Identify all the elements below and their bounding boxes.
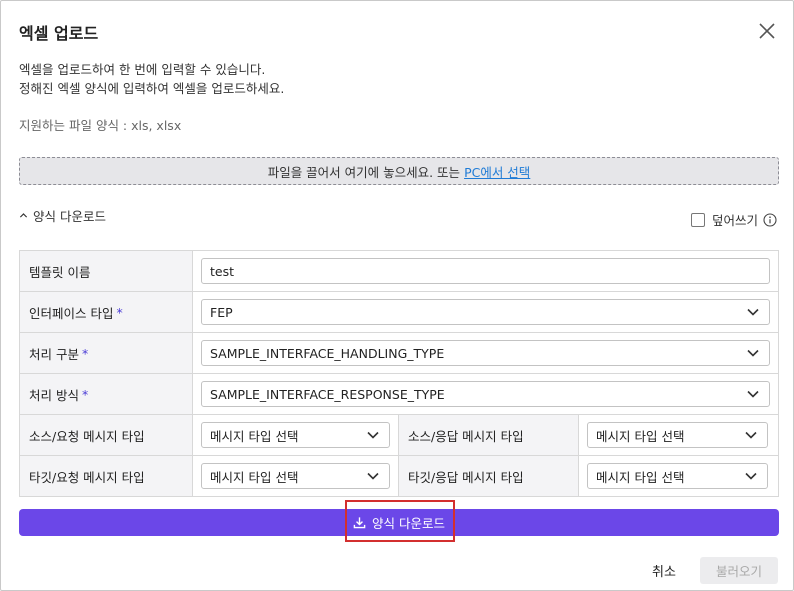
form-row-target-messages: 타깃/요청 메시지 타입 메시지 타입 선택 타깃/응답 메시지 타입 메시지 … [20,456,778,497]
close-icon[interactable] [755,19,779,43]
template-name-label: 템플릿 이름 [20,251,193,291]
download-icon [353,517,366,529]
template-name-input[interactable]: test [201,258,770,284]
target-response-msg-select[interactable]: 메시지 타입 선택 [587,463,768,489]
interface-type-select[interactable]: FEP [201,299,770,325]
source-response-msg-label-text: 소스/응답 메시지 타입 [408,428,524,444]
template-download-button[interactable]: 양식 다운로드 [19,509,779,536]
template-form: 템플릿 이름 test 인터페이스 타입 * FEP 처리 구분 * SAMPL… [19,250,779,497]
chevron-down-icon [367,431,379,439]
target-response-msg-label-text: 타깃/응답 메시지 타입 [408,469,524,485]
interface-type-cell: FEP [193,292,778,332]
form-row-handling-type: 처리 구분 * SAMPLE_INTERFACE_HANDLING_TYPE [20,333,778,374]
handling-type-cell: SAMPLE_INTERFACE_HANDLING_TYPE [193,333,778,373]
source-response-msg-value: 메시지 타입 선택 [596,428,685,444]
target-response-msg-cell: 메시지 타입 선택 [579,456,776,496]
source-request-msg-value: 메시지 타입 선택 [210,428,299,444]
target-request-msg-value: 메시지 타입 선택 [210,469,299,485]
target-request-msg-label-text: 타깃/요청 메시지 타입 [29,469,145,485]
cancel-button[interactable]: 취소 [641,557,687,583]
chevron-down-icon [367,472,379,480]
form-row-interface-type: 인터페이스 타입 * FEP [20,292,778,333]
target-request-msg-select[interactable]: 메시지 타입 선택 [201,463,390,489]
response-type-cell: SAMPLE_INTERFACE_RESPONSE_TYPE [193,374,778,414]
source-request-msg-label-text: 소스/요청 메시지 타입 [29,428,145,444]
template-name-label-text: 템플릿 이름 [29,264,91,280]
select-from-pc-link[interactable]: PC에서 선택 [464,162,530,181]
chevron-down-icon [747,390,759,398]
handling-type-select[interactable]: SAMPLE_INTERFACE_HANDLING_TYPE [201,340,770,366]
chevron-down-icon [745,431,757,439]
response-type-select[interactable]: SAMPLE_INTERFACE_RESPONSE_TYPE [201,381,770,407]
overwrite-checkbox[interactable] [691,212,705,227]
target-request-msg-cell: 메시지 타입 선택 [193,456,398,496]
interface-type-value: FEP [210,304,233,320]
template-download-toggle[interactable]: 양식 다운로드 [19,206,106,225]
template-name-cell: test [193,251,778,291]
required-mark: * [81,386,89,402]
form-row-template-name: 템플릿 이름 test [20,251,778,292]
handling-type-label-text: 처리 구분 [29,346,79,362]
target-request-msg-label: 타깃/요청 메시지 타입 [20,456,193,496]
response-type-label-text: 처리 방식 [29,387,79,403]
description-line-1: 엑셀을 업로드하여 한 번에 입력할 수 있습니다. [19,62,266,77]
required-mark: * [116,304,123,320]
dropzone-text: 파일을 끌어서 여기에 놓으세요. 또는 [267,164,461,180]
source-response-msg-select[interactable]: 메시지 타입 선택 [587,422,768,448]
interface-type-label-text: 인터페이스 타입 [29,305,114,321]
source-response-msg-cell: 메시지 타입 선택 [579,415,776,455]
handling-type-value: SAMPLE_INTERFACE_HANDLING_TYPE [210,345,445,361]
target-response-msg-label: 타깃/응답 메시지 타입 [398,456,579,496]
handling-type-label: 처리 구분 * [20,333,193,373]
overwrite-label: 덮어쓰기 [712,213,759,228]
supported-formats: 지원하는 파일 양식 : xls, xlsx [19,118,182,133]
source-request-msg-label: 소스/요청 메시지 타입 [20,415,193,455]
chevron-down-icon [745,472,757,480]
form-row-source-messages: 소스/요청 메시지 타입 메시지 타입 선택 소스/응답 메시지 타입 메시지 … [20,415,778,456]
source-request-msg-cell: 메시지 타입 선택 [193,415,398,455]
source-response-msg-label: 소스/응답 메시지 타입 [398,415,579,455]
source-request-msg-select[interactable]: 메시지 타입 선택 [201,422,390,448]
required-mark: * [81,345,89,361]
template-download-toggle-label: 양식 다운로드 [33,209,106,224]
form-row-response-type: 처리 방식 * SAMPLE_INTERFACE_RESPONSE_TYPE [20,374,778,415]
dialog-title: 엑셀 업로드 [19,24,99,43]
response-type-label: 처리 방식 * [20,374,193,414]
dialog-description: 엑셀을 업로드하여 한 번에 입력할 수 있습니다. 정해진 엑셀 양식에 입력… [19,60,284,98]
chevron-down-icon [747,308,759,316]
template-download-button-label: 양식 다운로드 [372,516,445,531]
description-line-2: 정해진 엑셀 양식에 입력하여 엑셀을 업로드하세요. [19,81,285,96]
target-response-msg-value: 메시지 타입 선택 [596,469,685,485]
excel-upload-dialog: 엑셀 업로드 엑셀을 업로드하여 한 번에 입력할 수 있습니다. 정해진 엑셀… [0,0,794,591]
load-button[interactable]: 불러오기 [700,557,778,584]
response-type-value: SAMPLE_INTERFACE_RESPONSE_TYPE [210,386,445,402]
file-dropzone[interactable]: 파일을 끌어서 여기에 놓으세요. 또는 PC에서 선택 [19,157,779,185]
overwrite-option: 덮어쓰기 [691,210,777,229]
chevron-down-icon [747,349,759,357]
info-icon[interactable] [763,212,777,227]
chevron-up-icon [19,213,28,218]
interface-type-label: 인터페이스 타입 * [20,292,193,332]
